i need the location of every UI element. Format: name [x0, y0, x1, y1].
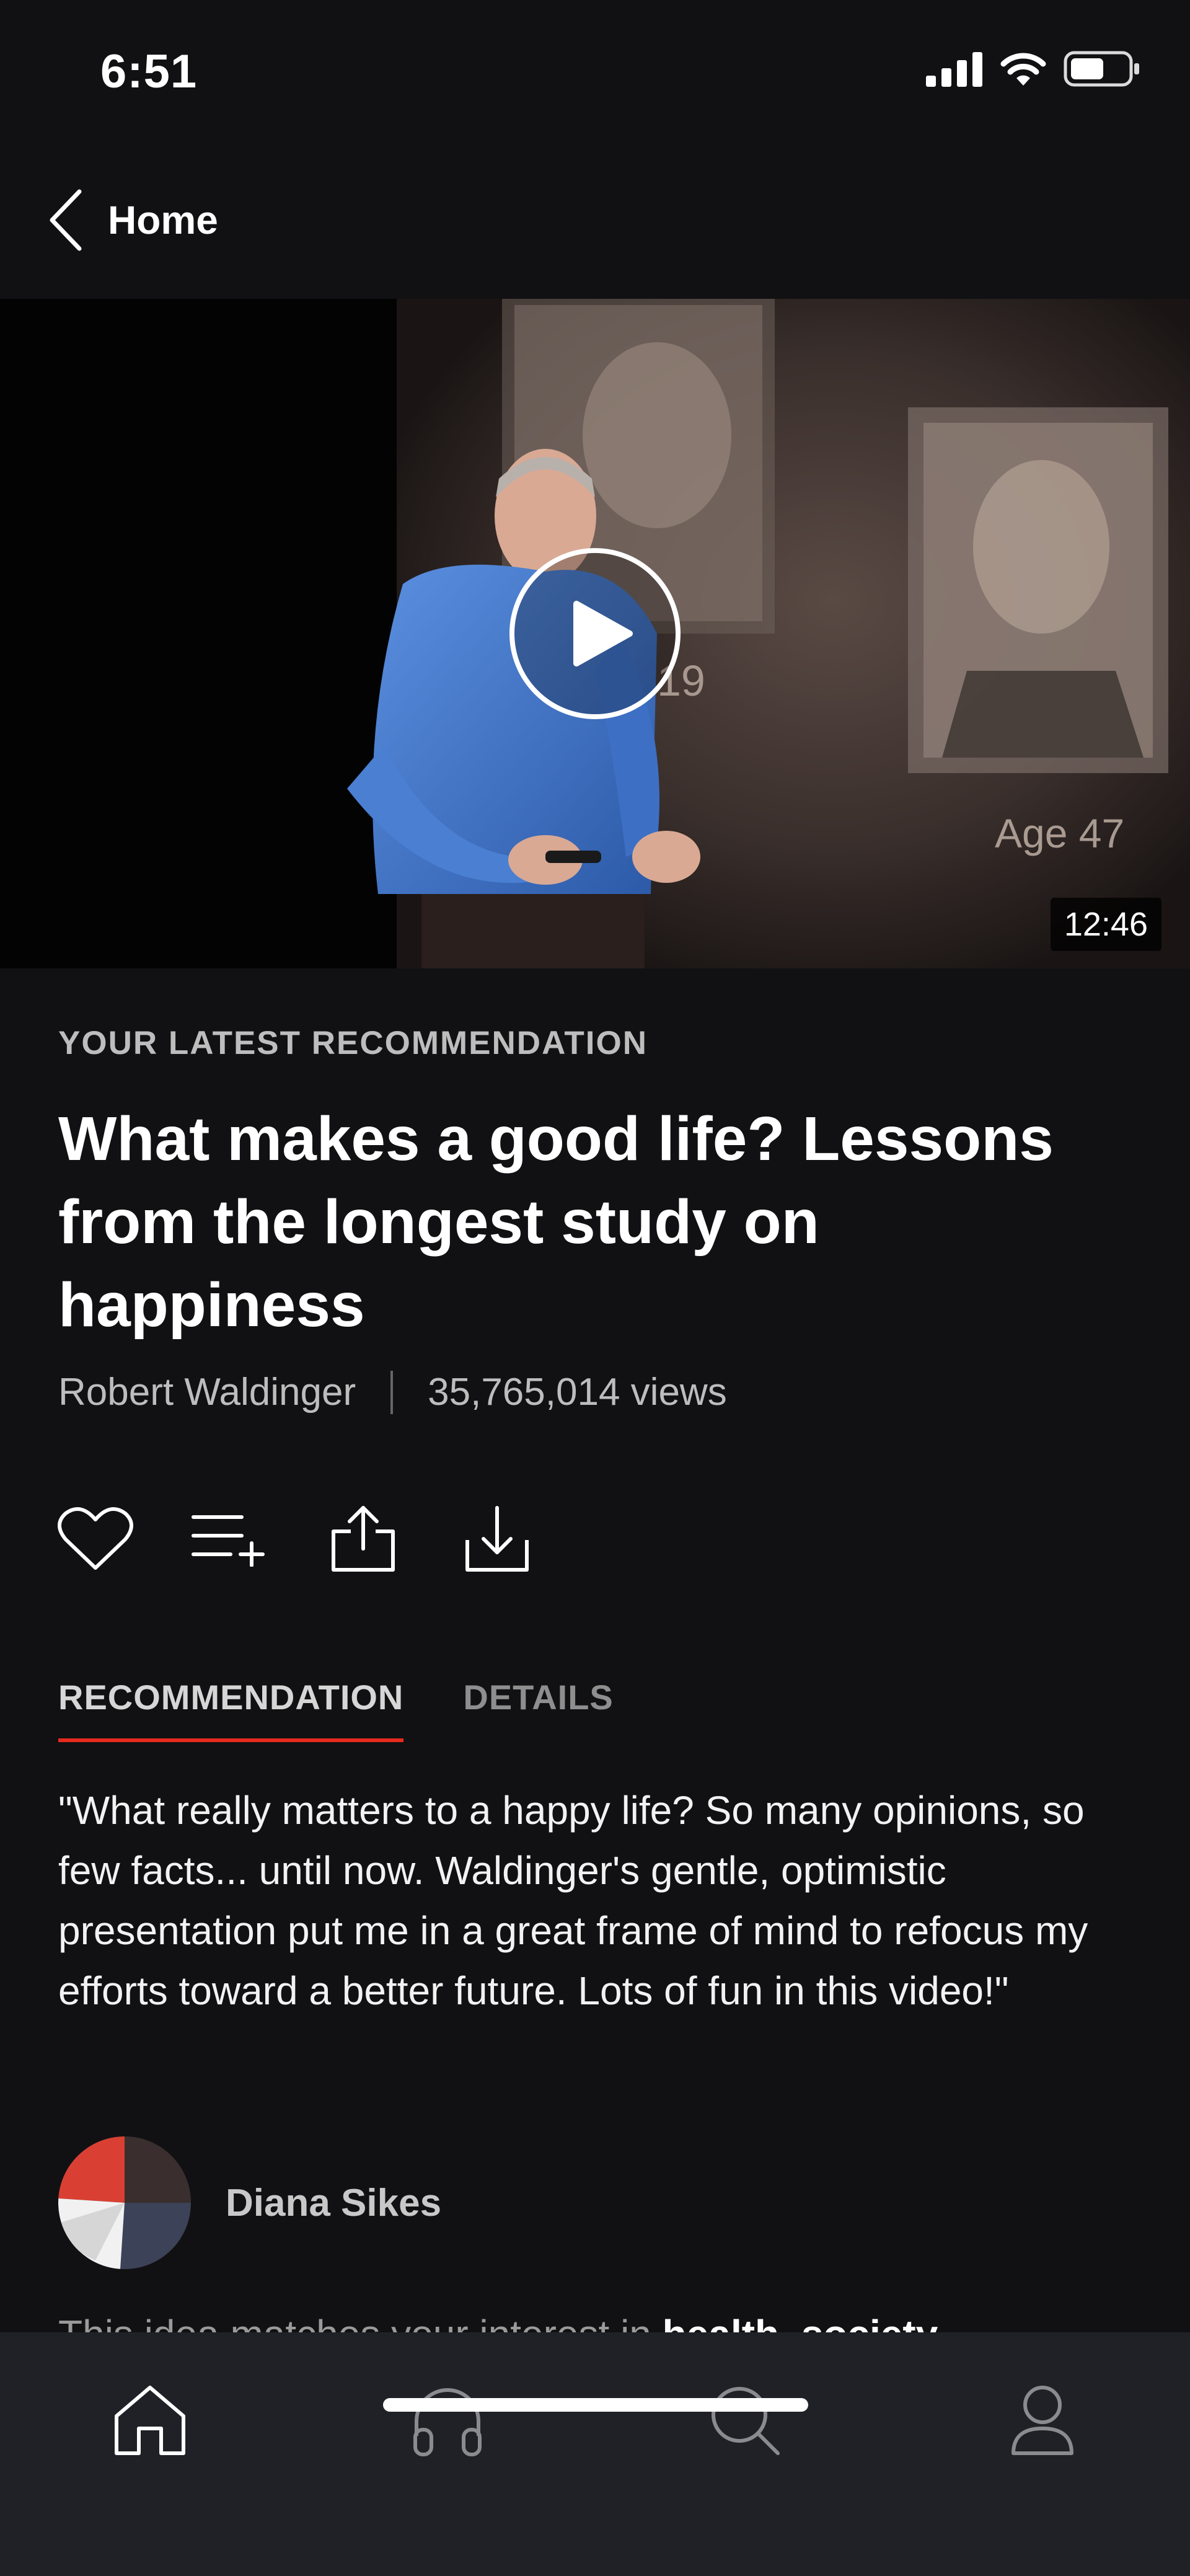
tab-details[interactable]: DETAILS: [463, 1677, 613, 1742]
chevron-left-icon: [50, 189, 82, 251]
back-button[interactable]: Home: [47, 186, 218, 254]
signal-icon: [926, 52, 982, 87]
recommendation-quote: "What really matters to a happy life? So…: [58, 1788, 1088, 2013]
status-icons: [926, 51, 1140, 87]
content-tabs: RECOMMENDATION DETAILS: [58, 1677, 614, 1742]
talk-meta: Robert Waldinger 35,765,014 views: [58, 1370, 727, 1414]
home-icon: [115, 2386, 185, 2455]
talk-title: What makes a good life? Lessons from the…: [58, 1104, 1054, 1340]
download-button[interactable]: [459, 1500, 536, 1577]
status-time: 6:51: [100, 45, 198, 98]
add-to-list-icon: [192, 1515, 265, 1567]
back-label: Home: [108, 198, 218, 242]
play-button[interactable]: [509, 548, 681, 719]
like-button[interactable]: [57, 1500, 134, 1577]
video-player[interactable]: 19 Age 47 12:46: [0, 299, 1190, 968]
battery-icon: [1064, 51, 1139, 87]
tabbar-home[interactable]: [100, 2371, 200, 2470]
home-indicator: [383, 2398, 808, 2412]
share-icon: [332, 1506, 395, 1572]
wifi-icon: [1000, 53, 1046, 86]
reviewer: Diana Sikes: [58, 2136, 441, 2269]
play-icon: [573, 601, 633, 666]
headphones-icon: [413, 2388, 482, 2456]
status-bar: 6:51: [0, 0, 1190, 143]
heart-icon: [58, 1507, 133, 1570]
nav-bar: Home: [0, 143, 1190, 298]
tabbar-search[interactable]: [695, 2371, 795, 2470]
share-button[interactable]: [325, 1500, 402, 1577]
view-count: 35,765,014 views: [428, 1371, 727, 1414]
action-row: [57, 1500, 536, 1577]
video-duration: 12:46: [1050, 898, 1161, 951]
meta-divider: [390, 1370, 394, 1414]
slide-text-2: Age 47: [995, 810, 1124, 856]
bottom-tab-bar: [0, 2332, 1190, 2576]
profile-icon: [1011, 2386, 1073, 2455]
tabbar-profile[interactable]: [993, 2371, 1092, 2470]
tabbar-podcasts[interactable]: [398, 2371, 497, 2470]
reviewer-name[interactable]: Diana Sikes: [226, 2181, 441, 2225]
search-icon: [712, 2387, 780, 2455]
download-icon: [465, 1506, 529, 1572]
avatar: [58, 2136, 191, 2269]
add-to-list-button[interactable]: [191, 1500, 268, 1577]
tab-recommendation[interactable]: RECOMMENDATION: [58, 1677, 404, 1742]
section-eyebrow: YOUR LATEST RECOMMENDATION: [58, 1025, 648, 1061]
speaker-name[interactable]: Robert Waldinger: [58, 1370, 356, 1414]
